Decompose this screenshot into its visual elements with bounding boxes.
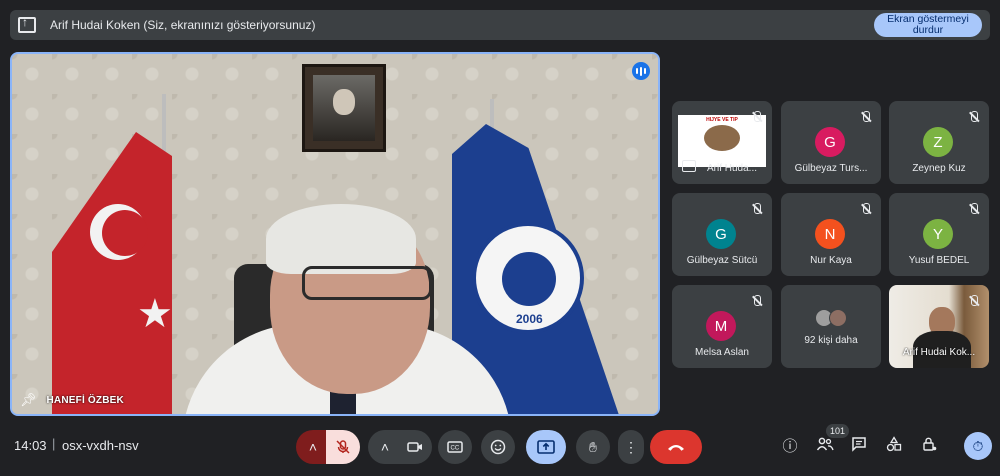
raise-hand-icon: ✋︎	[589, 438, 597, 455]
participant-tile[interactable]: Z Zeynep Kuz	[889, 101, 989, 184]
separator: |	[52, 436, 56, 451]
participant-name: Nur Kaya	[810, 255, 852, 266]
mic-off-icon	[967, 202, 981, 216]
host-controls-icon[interactable]	[918, 436, 940, 458]
participant-name: Yusuf BEDEL	[908, 255, 970, 266]
mic-off-icon	[336, 440, 350, 454]
pin-icon[interactable]: 📌︎	[20, 392, 37, 408]
emoji-reaction-button[interactable]	[481, 430, 515, 464]
speaker-hair	[266, 204, 416, 274]
seal-year: 2006	[516, 312, 543, 326]
university-seal: 2006	[472, 222, 584, 334]
mic-off-icon	[859, 110, 873, 124]
mic-off-icon	[750, 110, 764, 124]
participant-name: Gülbeyaz Sütcü	[686, 255, 758, 266]
participant-tile-camera[interactable]: Arif Hudai Kok...	[889, 285, 989, 368]
participant-tile[interactable]: Y Yusuf BEDEL	[889, 193, 989, 276]
flag-crescent	[90, 204, 148, 260]
captions-icon: CC	[447, 441, 463, 453]
end-call-icon	[668, 445, 684, 451]
avatar: M	[706, 311, 736, 341]
speaker-glasses	[302, 266, 432, 300]
avatar: Y	[923, 219, 953, 249]
speaker-name: HANEFİ ÖZBEK	[46, 394, 124, 406]
speaking-indicator-icon	[632, 62, 650, 80]
participant-name: Zeynep Kuz	[912, 163, 966, 174]
present-icon	[537, 440, 555, 454]
more-options-icon: ⋮	[624, 438, 638, 455]
main-speaker-tile[interactable]: ★ 2006 📌︎ HANEFİ ÖZBEK	[10, 52, 660, 416]
wall-portrait	[302, 64, 386, 152]
mic-toggle-button[interactable]	[326, 430, 360, 464]
presenting-text: Arif Hudai Koken (Siz, ekranınızı göster…	[50, 18, 316, 32]
end-call-button[interactable]	[650, 430, 702, 464]
participant-tile[interactable]: G Gülbeyaz Sütcü	[672, 193, 772, 276]
chevron-up-icon: ˄	[308, 439, 318, 455]
camera-toggle-button[interactable]	[398, 430, 432, 464]
svg-text:CC: CC	[451, 446, 460, 452]
participant-name: Arif Hudai Kok...	[902, 347, 976, 358]
chevron-up-icon: ˄	[380, 439, 390, 455]
participant-tile[interactable]: G Gülbeyaz Turs...	[781, 101, 881, 184]
participant-name: Melsa Aslan	[695, 347, 749, 358]
more-options-button[interactable]: ⋮	[618, 430, 644, 464]
timer-icon[interactable]: ⏱︎	[964, 432, 992, 460]
avatar: G	[815, 127, 845, 157]
flag-star: ★	[137, 292, 173, 336]
camera-icon	[407, 442, 422, 452]
participant-name: Gülbeyaz Turs...	[794, 163, 868, 174]
avatar: G	[706, 219, 736, 249]
participant-tile[interactable]: N Nur Kaya	[781, 193, 881, 276]
avatar-stack	[815, 309, 847, 327]
mic-off-icon	[750, 202, 764, 216]
raise-hand-button[interactable]: ✋︎	[576, 430, 610, 464]
presenting-banner: Arif Hudai Koken (Siz, ekranınızı göster…	[10, 10, 990, 40]
participant-tile[interactable]: M Melsa Aslan	[672, 285, 772, 368]
meeting-code: osx-vxdh-nsv	[62, 438, 139, 453]
stop-presenting-button[interactable]: Ekran göstermeyi durdur	[874, 13, 982, 37]
mic-off-icon	[859, 202, 873, 216]
captions-button[interactable]: CC	[438, 430, 472, 464]
chat-icon[interactable]	[848, 436, 870, 458]
mic-off-icon	[967, 294, 981, 308]
audio-options-button[interactable]: ˄	[296, 430, 330, 464]
activities-icon[interactable]	[883, 436, 905, 458]
present-now-button[interactable]	[526, 430, 566, 464]
video-options-button[interactable]: ˄	[368, 430, 402, 464]
mic-off-icon	[967, 110, 981, 124]
participant-tile-screen[interactable]: HIJYE VE TIP Arif Huda...	[672, 101, 772, 184]
people-icon[interactable]	[814, 436, 836, 458]
info-icon[interactable]: ⓘ	[779, 436, 801, 458]
avatar: N	[815, 219, 845, 249]
speaker-label: 📌︎ HANEFİ ÖZBEK	[20, 392, 124, 408]
more-participants-label: 92 kişi daha	[804, 335, 858, 346]
mic-off-icon	[750, 294, 764, 308]
emoji-icon	[490, 439, 506, 455]
participant-name: Arif Huda...	[706, 163, 758, 174]
more-participants-tile[interactable]: 92 kişi daha	[781, 285, 881, 368]
avatar: Z	[923, 127, 953, 157]
clock-time: 14:03	[14, 438, 47, 453]
present-screen-icon	[18, 15, 36, 33]
